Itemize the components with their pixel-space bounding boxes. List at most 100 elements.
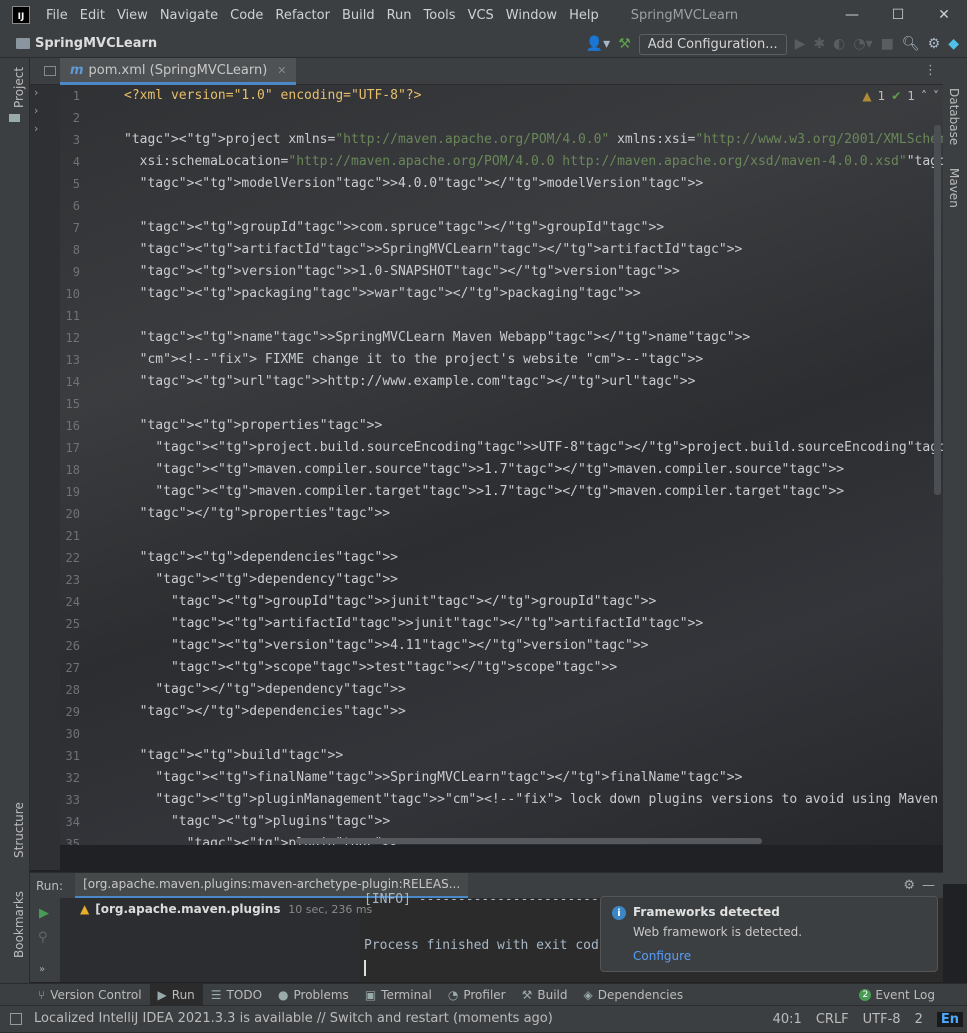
menu-item-file[interactable]: File [40,8,74,23]
close-button[interactable]: ✕ [921,0,967,30]
menu-item-edit[interactable]: Edit [74,8,111,23]
code-line[interactable] [124,195,943,217]
file-encoding[interactable]: UTF-8 [863,1012,901,1027]
code-line[interactable]: "tagc"><"tg">groupId"tagc">>junit"tagc">… [124,591,943,613]
database-tool-button[interactable]: Database [947,88,961,145]
chevron-up-icon[interactable]: ˄ [921,89,927,103]
project-tree-node[interactable]: › [30,104,60,122]
panel-layout-icon[interactable] [44,66,56,76]
todo-tool-button[interactable]: ☰ TODO [203,984,270,1006]
structure-tool-button[interactable]: Structure [12,802,26,858]
code-line[interactable] [124,525,943,547]
project-tree-node[interactable]: › [30,86,60,104]
run-settings-gear-icon[interactable]: ⚙ [903,878,915,893]
menu-item-run[interactable]: Run [381,8,418,23]
code-line[interactable]: "tagc"><"tg">finalName"tagc">>SpringMVCL… [124,767,943,789]
code-line[interactable]: "tagc"><"tg">name"tagc">>SpringMVCLearn … [124,327,943,349]
code-line[interactable]: "tagc"></"tg">dependencies"tagc">> [124,701,943,723]
code-line[interactable]: "tagc"><"tg">build"tagc">> [124,745,943,767]
menu-item-navigate[interactable]: Navigate [154,8,224,23]
run-tree-item[interactable]: ▲ [org.apache.maven.plugins 10 sec, 236 m… [80,902,372,916]
code-line[interactable]: "tagc"><"tg">maven.compiler.source"tagc"… [124,459,943,481]
project-tree-node[interactable]: › [30,122,60,140]
code-line[interactable]: "tagc"><"tg">pluginManagement"tagc">>"cm… [124,789,943,811]
configure-link[interactable]: Configure [633,949,691,963]
code-line[interactable]: "tagc"><"tg">dependencies"tagc">> [124,547,943,569]
version-control-tool-button[interactable]: ⑂ Version Control [30,984,150,1006]
code-line[interactable]: "tagc"><"tg">artifactId"tagc">>junit"tag… [124,613,943,635]
intellij-logo-icon[interactable]: IJ [12,6,30,24]
bookmarks-tool-button[interactable]: Bookmarks [12,891,26,958]
code-line[interactable]: xsi:schemaLocation="http://maven.apache.… [124,151,943,173]
gear-icon[interactable]: ⚙ [928,36,941,52]
close-tab-icon[interactable]: ✕ [277,64,286,77]
run-tool-button[interactable]: ▶ Run [149,983,203,1006]
indent-widget[interactable]: 2 [915,1012,923,1027]
code-line[interactable]: "tagc"><"tg">project xmlns="http://maven… [124,129,943,151]
expand-more-icon[interactable]: » [39,964,45,975]
vertical-scrollbar[interactable] [934,125,941,495]
code-line[interactable] [124,107,943,129]
code-line[interactable]: "tagc"><"tg">packaging"tagc">>war"tagc">… [124,283,943,305]
code-line[interactable]: "tagc"><"tg">maven.compiler.target"tagc"… [124,481,943,503]
maven-tool-button[interactable]: Maven [947,168,961,208]
code-line[interactable]: "tagc"><"tg">groupId"tagc">>com.spruce"t… [124,217,943,239]
code-line[interactable]: "tagc"><"tg">scope"tagc">>test"tagc"></"… [124,657,943,679]
minimize-button[interactable]: — [829,0,875,30]
code-editor[interactable]: 1 2 3 4 5 6 7 8 9 10 11 12 13 14 15 16 17 18 19 20 21 22 23 24 2… [60,85,943,845]
debug-icon[interactable]: ✱ [813,36,825,52]
code-line[interactable]: "tagc"><"tg">artifactId"tagc">>SpringMVC… [124,239,943,261]
code-line[interactable]: "tagc"></"tg">properties"tagc">> [124,503,943,525]
chevron-down-icon[interactable]: ˅ [933,89,939,103]
menu-item-window[interactable]: Window [500,8,563,23]
stop-icon[interactable]: ■ [881,36,894,52]
code-line[interactable] [124,723,943,745]
build-tool-button[interactable]: ⚒ Build [514,984,576,1006]
tab-pom-xml[interactable]: m pom.xml (SpringMVCLearn) ✕ [60,58,297,85]
line-separator[interactable]: CRLF [816,1012,849,1027]
code-line[interactable]: "tagc"><"tg">url"tagc">>http://www.examp… [124,371,943,393]
menu-item-code[interactable]: Code [224,8,269,23]
terminal-tool-button[interactable]: ▣ Terminal [357,984,440,1006]
code-line[interactable]: "cm"><!--"fix"> FIXME change it to the p… [124,349,943,371]
code-area[interactable]: <?xml version="1.0" encoding="UTF-8"?> "… [124,85,943,845]
code-line[interactable]: "tagc"><"tg">dependency"tagc">> [124,569,943,591]
code-line[interactable] [124,305,943,327]
hide-panel-icon[interactable]: — [922,878,935,893]
code-line[interactable]: "tagc"><"tg">version"tagc">>1.0-SNAPSHOT… [124,261,943,283]
code-line[interactable] [124,393,943,415]
project-tool-button[interactable]: Project [12,67,26,108]
coverage-icon[interactable]: ◐ [833,36,845,52]
code-line[interactable]: "tagc"><"tg">modelVersion"tagc">>4.0.0"t… [124,173,943,195]
add-configuration-button[interactable]: Add Configuration... [638,33,787,55]
dependencies-tool-button[interactable]: ◈ Dependencies [576,984,692,1006]
code-line[interactable]: <?xml version="1.0" encoding="UTF-8"?> [124,85,943,107]
profiler-tool-button[interactable]: ◔ Profiler [440,984,514,1006]
menu-item-vcs[interactable]: VCS [462,8,500,23]
maximize-button[interactable]: ☐ [875,0,921,30]
problems-tool-button[interactable]: ● Problems [270,984,357,1006]
code-line[interactable]: "tagc"><"tg">version"tagc">>4.11"tagc"><… [124,635,943,657]
code-line[interactable]: "tagc"></"tg">dependency"tagc">> [124,679,943,701]
status-message[interactable]: Localized IntelliJ IDEA 2021.3.3 is avai… [34,1011,553,1026]
project-breadcrumb[interactable]: SpringMVCLearn [16,36,157,51]
profile-icon[interactable]: ◔▾ [853,36,872,52]
menu-item-tools[interactable]: Tools [418,8,462,23]
code-line[interactable]: "tagc"><"tg">properties"tagc">> [124,415,943,437]
menu-item-view[interactable]: View [111,8,154,23]
caret-position[interactable]: 40:1 [773,1012,802,1027]
ime-indicator[interactable]: En [936,1012,963,1027]
menu-item-build[interactable]: Build [336,8,381,23]
toolbox-icon[interactable]: ◆ [948,36,959,52]
search-icon[interactable]: 🔍︎ [902,36,920,52]
menu-item-refactor[interactable]: Refactor [269,8,336,23]
toggle-tool-windows-icon[interactable] [10,1013,22,1025]
run-icon[interactable]: ▶ [795,36,806,52]
inspection-widget[interactable]: ▲ 1 ✔ 1 ˄ ˅ [862,89,939,103]
event-log-button[interactable]: 2 Event Log [859,984,935,1006]
rerun-icon[interactable]: ▶ [39,906,49,921]
debug-rerun-icon[interactable]: ⚲ [38,930,48,945]
code-line[interactable]: "tagc"><"tg">plugins"tagc">> [124,811,943,833]
horizontal-scrollbar[interactable] [296,838,762,844]
more-tabs-icon[interactable]: ⋮ [924,63,937,78]
